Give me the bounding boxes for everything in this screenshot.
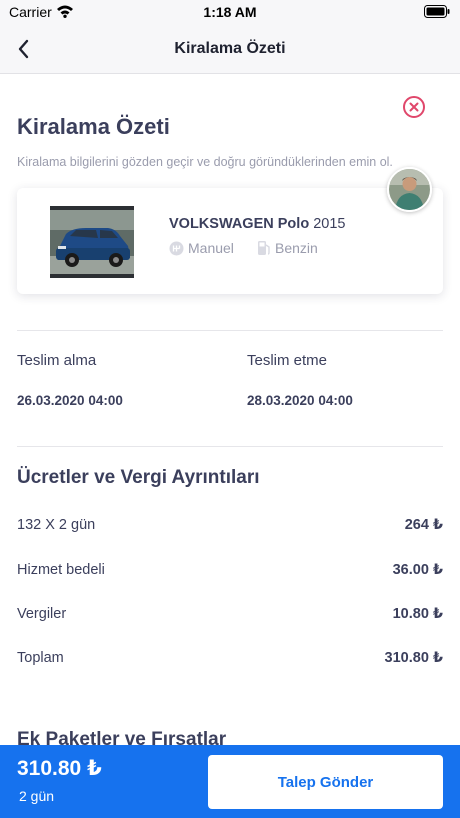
close-circle-icon bbox=[403, 96, 425, 118]
car-photo bbox=[50, 206, 134, 278]
page-title: Kiralama Özeti bbox=[17, 114, 170, 139]
fuel-pump-icon bbox=[258, 241, 270, 255]
pickup-label: Teslim alma bbox=[17, 352, 97, 369]
close-button[interactable] bbox=[402, 95, 426, 119]
page-subtitle: Kiralama bilgilerini gözden geçir ve doğ… bbox=[17, 155, 393, 169]
divider bbox=[17, 330, 443, 331]
car-brand-model: VOLKSWAGEN Polo bbox=[169, 216, 310, 232]
car-title: VOLKSWAGEN Polo 2015 bbox=[169, 216, 345, 232]
total-price: 310.80 ₺ bbox=[17, 757, 102, 780]
dropoff-date: 28.03.2020 04:00 bbox=[247, 393, 353, 408]
car-year: 2015 bbox=[313, 216, 346, 232]
fee-label: 132 X 2 gün bbox=[17, 517, 96, 533]
transmission-spec: Manuel bbox=[169, 240, 234, 256]
submit-request-button[interactable]: Talep Gönder bbox=[208, 755, 443, 809]
pickup-date: 26.03.2020 04:00 bbox=[17, 393, 123, 408]
fee-label: Hizmet bedeli bbox=[17, 562, 105, 578]
nav-title: Kiralama Özeti bbox=[174, 40, 286, 57]
fee-label: Toplam bbox=[17, 650, 64, 666]
rental-days: 2 gün bbox=[19, 788, 55, 804]
fee-amount: 264 ₺ bbox=[404, 517, 443, 533]
car-card[interactable]: VOLKSWAGEN Polo 2015 Manuel Benzin bbox=[17, 188, 443, 294]
fee-row-service: Hizmet bedeli 36.00 ₺ bbox=[17, 562, 443, 582]
fee-amount: 36.00 ₺ bbox=[392, 562, 443, 578]
fuel-label: Benzin bbox=[275, 240, 318, 256]
fee-row-total: Toplam 310.80 ₺ bbox=[17, 650, 443, 670]
fee-label: Vergiler bbox=[17, 606, 67, 622]
checkout-bar: 310.80 ₺ 2 gün Talep Gönder bbox=[0, 745, 460, 818]
fee-row-daily: 132 X 2 gün 264 ₺ bbox=[17, 517, 443, 537]
gearbox-icon bbox=[169, 241, 184, 256]
status-bar: Carrier 1:18 AM bbox=[0, 0, 460, 24]
fee-row-tax: Vergiler 10.80 ₺ bbox=[17, 606, 443, 626]
transmission-label: Manuel bbox=[188, 240, 234, 256]
navigation-bar: Kiralama Özeti bbox=[0, 24, 460, 74]
fee-amount: 10.80 ₺ bbox=[392, 606, 443, 622]
clock: 1:18 AM bbox=[203, 4, 257, 20]
avatar[interactable] bbox=[387, 167, 432, 212]
divider bbox=[17, 446, 443, 447]
fee-amount: 310.80 ₺ bbox=[384, 650, 443, 666]
battery-icon bbox=[424, 5, 450, 18]
fuel-spec: Benzin bbox=[257, 240, 318, 256]
fees-section-title: Ücretler ve Vergi Ayrıntıları bbox=[17, 467, 260, 488]
user-photo bbox=[389, 169, 430, 210]
dropoff-label: Teslim etme bbox=[247, 352, 328, 369]
